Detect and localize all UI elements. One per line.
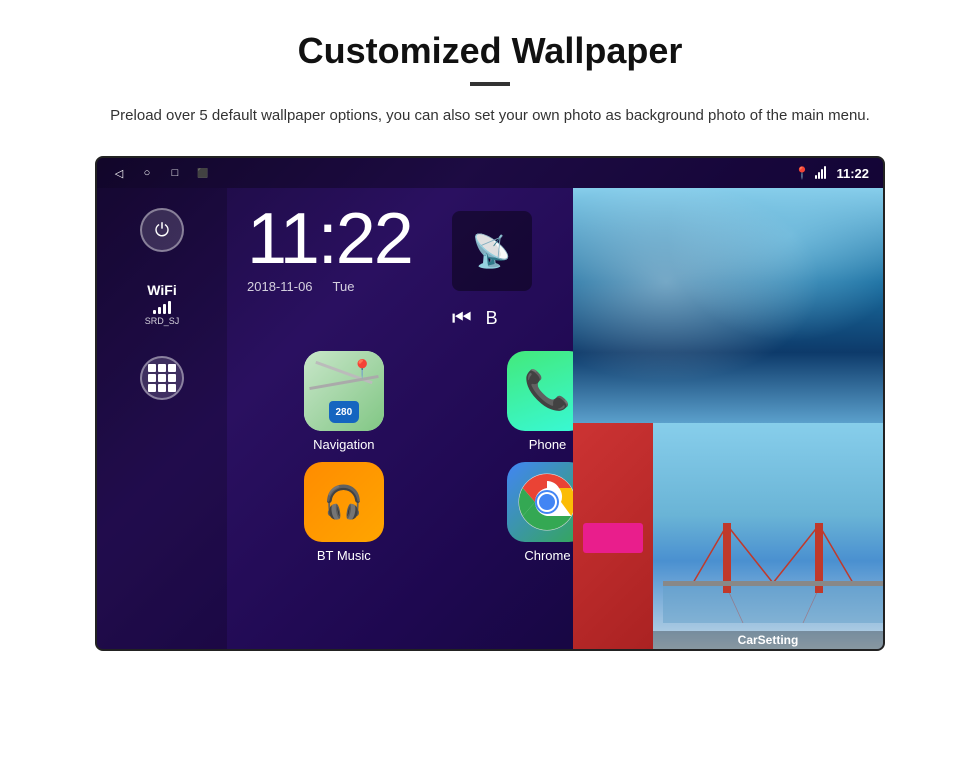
- clock-date: 2018-11-06 Tue: [247, 279, 412, 294]
- bluetooth-icon: 🎧: [324, 483, 364, 521]
- prev-track-button[interactable]: ⏮: [452, 305, 472, 331]
- navigation-app-icon: 280 📍: [304, 351, 384, 431]
- bridge-svg: [663, 503, 883, 623]
- wifi-bars: [153, 300, 171, 314]
- screenshot-icon[interactable]: ⬛: [195, 165, 211, 181]
- chrome-svg-icon: [517, 472, 577, 532]
- phone-icon: 📞: [524, 369, 571, 413]
- android-screen: ◁ ○ □ ⬛ 📍 11:22: [95, 156, 885, 651]
- clock-date-value: 2018-11-06: [247, 279, 313, 294]
- page-title: Customized Wallpaper: [60, 30, 920, 72]
- app-item-navigation[interactable]: 280 📍 Navigation: [247, 351, 441, 452]
- wallpaper-thumb-bridge[interactable]: CarSetting: [653, 423, 883, 651]
- clock-time: 11:22: [247, 203, 412, 275]
- title-divider: [470, 82, 510, 86]
- status-bar-left: ◁ ○ □ ⬛: [111, 165, 211, 181]
- wallpaper-thumb-ice[interactable]: [573, 188, 883, 423]
- mockup-container: ◁ ○ □ ⬛ 📍 11:22: [60, 156, 920, 651]
- back-nav-icon[interactable]: ◁: [111, 165, 127, 181]
- wallpaper-thumbnails: CarSetting: [573, 188, 883, 651]
- recents-nav-icon[interactable]: □: [167, 165, 183, 181]
- power-button[interactable]: ⏻: [140, 208, 184, 252]
- power-icon: ⏻: [155, 220, 169, 241]
- grid-icon: [148, 364, 176, 392]
- status-bar: ◁ ○ □ ⬛ 📍 11:22: [97, 158, 883, 188]
- media-icon-box: 📡: [452, 211, 532, 291]
- home-nav-icon[interactable]: ○: [139, 165, 155, 181]
- nav-shield: 280: [329, 401, 359, 423]
- next-track-button[interactable]: B: [486, 308, 498, 329]
- navigation-label: Navigation: [313, 437, 374, 452]
- clock-block: 11:22 2018-11-06 Tue: [247, 203, 412, 294]
- page-wrapper: Customized Wallpaper Preload over 5 defa…: [0, 0, 980, 671]
- carsetting-label: CarSetting: [653, 631, 883, 649]
- bt-music-app-icon: 🎧: [304, 462, 384, 542]
- nav-pin-icon: 📍: [351, 359, 373, 380]
- wifi-widget: WiFi SRD_SJ: [145, 282, 180, 326]
- page-description: Preload over 5 default wallpaper options…: [80, 104, 900, 128]
- media-signal-icon: 📡: [472, 232, 512, 270]
- wallpaper-thumb-pink[interactable]: [573, 423, 653, 651]
- pink-box-element: [583, 523, 643, 553]
- ice-pattern: [573, 188, 883, 423]
- app-item-btmusic[interactable]: 🎧 BT Music: [247, 462, 441, 563]
- location-icon: 📍: [795, 166, 810, 180]
- apps-button[interactable]: [140, 356, 184, 400]
- status-time: 11:22: [836, 166, 869, 181]
- signal-icon: [815, 167, 826, 179]
- ssid-label: SRD_SJ: [145, 316, 180, 326]
- media-controls: ⏮ B: [452, 305, 532, 331]
- phone-label: Phone: [529, 437, 567, 452]
- thumb-bottom-wrapper: CarSetting: [573, 423, 883, 651]
- sidebar: ⏻ WiFi SRD_SJ: [97, 188, 227, 649]
- chrome-label: Chrome: [524, 548, 570, 563]
- clock-day-value: Tue: [333, 279, 355, 294]
- wifi-label: WiFi: [147, 282, 176, 298]
- media-widget: 📡 ⏮ B: [452, 211, 532, 331]
- btmusic-label: BT Music: [317, 548, 371, 563]
- status-bar-right: 📍 11:22: [795, 166, 870, 181]
